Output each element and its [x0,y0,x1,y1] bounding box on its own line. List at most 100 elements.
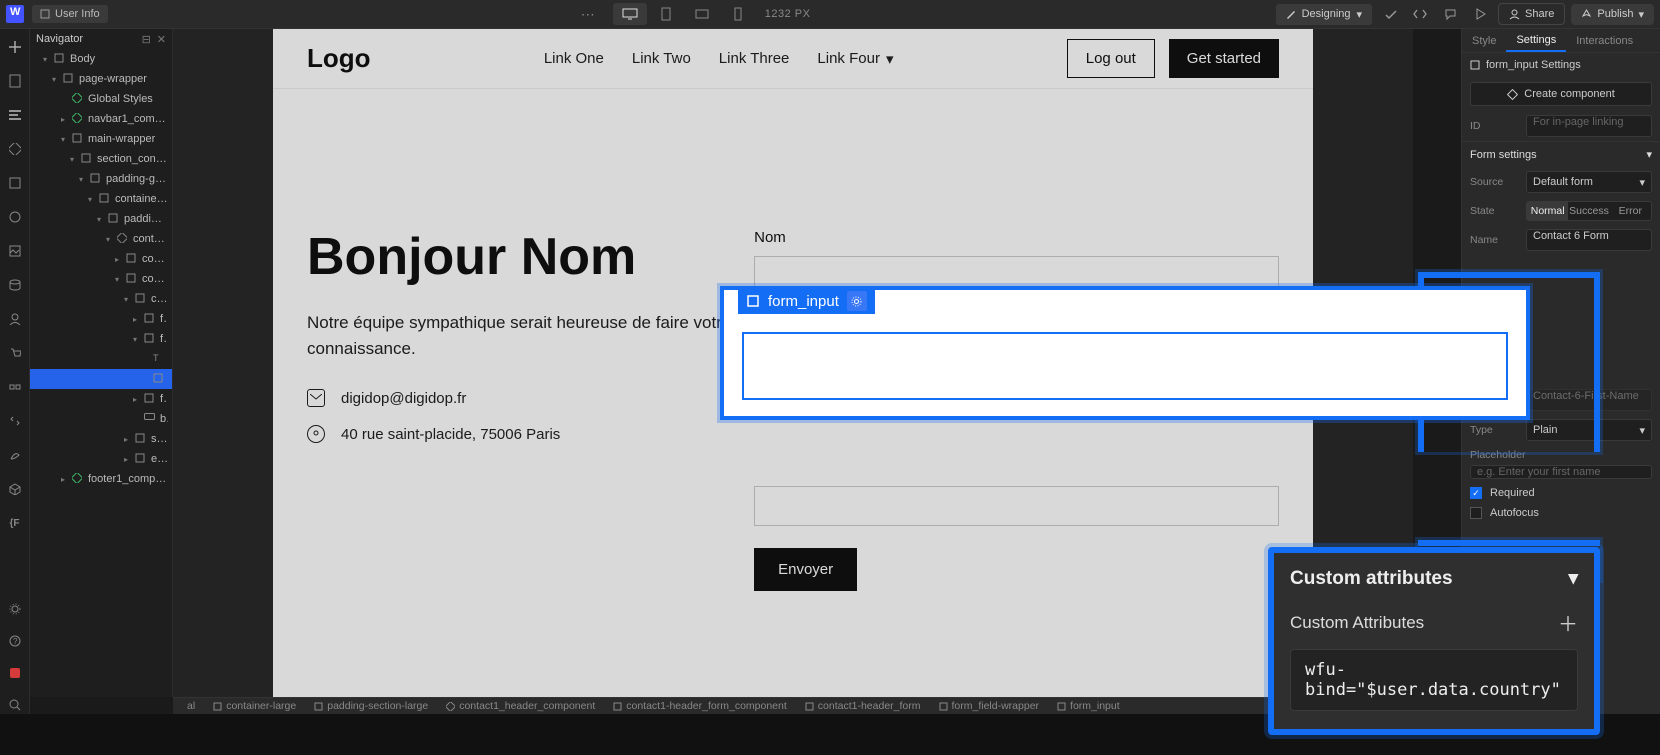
required-checkbox[interactable] [1470,487,1482,499]
navigator-icon[interactable] [7,107,23,123]
state-error[interactable]: Error [1610,202,1651,220]
selected-input-preview[interactable] [742,332,1508,400]
tree-toggle-icon[interactable]: ▸ [112,255,122,264]
breadcrumb-item[interactable]: contact1_header_component [446,700,595,712]
tree-toggle-icon[interactable]: ▾ [67,155,77,164]
custom-attributes-title[interactable]: Custom attributes ▾ [1290,567,1578,590]
tree-toggle-icon[interactable]: ▸ [58,475,68,484]
state-normal[interactable]: Normal [1527,202,1568,220]
breadcrumb-item[interactable]: padding-section-large [314,700,428,712]
tree-toggle-icon[interactable]: ▸ [121,455,131,464]
tree-row[interactable]: ▾contact1 [30,269,172,289]
nav-link[interactable]: Link One [544,50,604,67]
breakpoint-phone[interactable] [721,3,755,25]
create-component-button[interactable]: Create component [1470,82,1652,106]
nav-link-dropdown[interactable]: Link Four▾ [817,50,893,68]
tree-row[interactable]: ▸form [30,309,172,329]
tree-toggle-icon[interactable]: ▾ [130,335,140,344]
logout-button[interactable]: Log out [1067,39,1155,78]
tree-row[interactable]: ▾section_contact1-he [30,149,172,169]
page-logo[interactable]: Logo [307,43,371,74]
tree-row[interactable]: ▸navbar1_component [30,109,172,129]
tree-toggle-icon[interactable]: ▾ [40,55,50,64]
tree-row[interactable]: ▾main-wrapper [30,129,172,149]
tree-toggle-icon[interactable]: ▸ [121,435,131,444]
tree-row[interactable]: ▾page-wrapper [30,69,172,89]
form-name-input[interactable]: Contact 6 Form [1526,229,1652,251]
webflow-logo[interactable] [6,5,24,23]
tree-toggle-icon[interactable]: ▾ [85,195,95,204]
tree-row[interactable]: fo [30,369,172,389]
settings-gear-icon[interactable] [7,601,23,617]
tree-row[interactable]: ▸error- [30,449,172,469]
field-name-input[interactable]: Contact-6-First-Name [1526,389,1652,411]
tree-row[interactable]: ▾conte [30,289,172,309]
autofocus-checkbox[interactable] [1470,507,1482,519]
mode-toggle[interactable]: Designing ▾ [1276,4,1372,25]
tree-toggle-icon[interactable]: ▸ [130,395,140,404]
selection-settings-icon[interactable] [847,291,867,311]
variables-icon[interactable] [7,175,23,191]
styles-icon[interactable] [7,209,23,225]
custom-attribute-entry[interactable]: wfu-bind="$user.data.country" [1290,649,1578,711]
apps-icon[interactable] [7,413,23,429]
tree-row[interactable]: ▾container-large [30,189,172,209]
tab-interactions[interactable]: Interactions [1566,29,1643,52]
tree-row[interactable]: ▾contact1-h [30,229,172,249]
tree-row[interactable]: ▾padding-sect [30,209,172,229]
breadcrumb-item[interactable]: container-large [213,700,296,712]
navigator-pin-icon[interactable]: ⊟ [142,33,151,46]
get-started-button[interactable]: Get started [1169,39,1279,78]
tree-row[interactable]: Global Styles [30,89,172,109]
overflow-menu-button[interactable]: ⋯ [573,6,603,23]
logic-icon[interactable] [7,379,23,395]
type-select[interactable]: Plain▾ [1526,419,1652,441]
brush-icon[interactable] [7,447,23,463]
element-settings-link[interactable]: form_input Settings [1462,53,1660,77]
tree-toggle-icon[interactable]: ▾ [58,135,68,144]
help-icon[interactable]: ? [7,633,23,649]
id-input[interactable]: For in-page linking [1526,115,1652,137]
canvas-width-label[interactable]: 1232 PX [765,8,811,20]
add-attribute-button[interactable]: ＋ [1558,608,1578,637]
source-select[interactable]: Default form▾ [1526,171,1652,193]
tree-toggle-icon[interactable]: ▸ [130,315,140,324]
checkmark-icon[interactable] [1378,2,1402,26]
breakpoint-desktop[interactable] [613,3,647,25]
autofocus-checkbox-row[interactable]: Autofocus [1462,503,1660,523]
tree-toggle-icon[interactable]: ▾ [112,275,122,284]
assets-icon[interactable] [7,243,23,259]
page-name-pill[interactable]: User Info [32,5,108,23]
breadcrumb-item[interactable]: al [187,700,195,712]
tree-row[interactable]: ▸succes [30,429,172,449]
navigator-tree[interactable]: ▾Body▾page-wrapperGlobal Styles▸navbar1_… [30,49,172,489]
tree-row[interactable]: Tfo [30,349,172,369]
tree-row[interactable]: ▸form [30,389,172,409]
tree-toggle-icon[interactable]: ▸ [58,115,68,124]
tree-row[interactable]: ▸contact1 [30,249,172,269]
code-icon[interactable] [1408,2,1432,26]
form-settings-section[interactable]: Form settings ▾ [1462,141,1660,167]
nav-link[interactable]: Link Two [632,50,691,67]
add-element-icon[interactable] [7,39,23,55]
tree-toggle-icon[interactable]: ▾ [121,295,131,304]
finsweet-icon[interactable]: {F [7,515,23,531]
breakpoint-phone-landscape[interactable] [685,3,719,25]
tree-toggle-icon[interactable]: ▾ [76,175,86,184]
state-success[interactable]: Success [1568,202,1609,220]
comment-icon[interactable] [1438,2,1462,26]
placeholder-input[interactable]: e.g. Enter your first name [1470,465,1652,479]
navigator-close-icon[interactable]: ✕ [157,33,166,46]
breadcrumb-item[interactable]: form_input [1057,700,1120,712]
breadcrumb-item[interactable]: form_field-wrapper [939,700,1040,712]
ecommerce-icon[interactable] [7,345,23,361]
breadcrumb-item[interactable]: contact1-header_form [805,700,921,712]
nav-link[interactable]: Link Three [719,50,790,67]
breadcrumb-item[interactable]: contact1-header_form_component [613,700,787,712]
audit-icon[interactable] [7,665,23,681]
search-icon[interactable] [7,697,23,713]
tree-row[interactable]: ▾Body [30,49,172,69]
tab-settings[interactable]: Settings [1506,29,1566,52]
form-input-other[interactable] [754,486,1279,526]
tree-toggle-icon[interactable]: ▾ [103,235,113,244]
